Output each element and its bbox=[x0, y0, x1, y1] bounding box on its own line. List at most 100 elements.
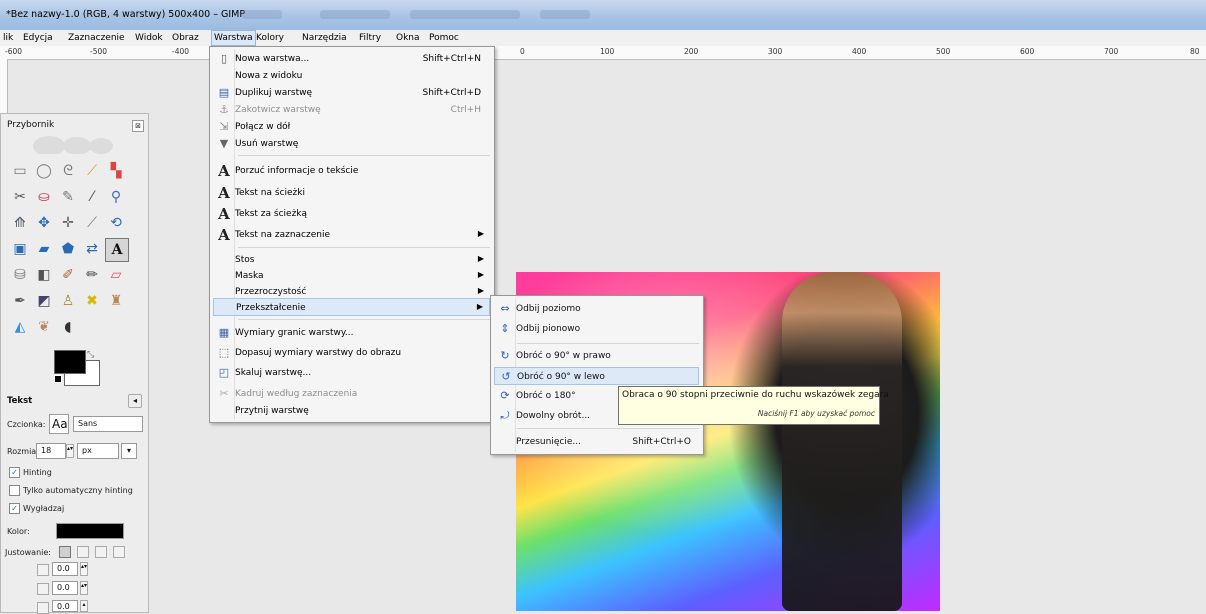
ellipse-select-icon[interactable]: ◯ bbox=[33, 160, 55, 182]
menu-item-delete-layer[interactable]: ▼ Usuń warstwę bbox=[213, 135, 490, 153]
perspective-clone-icon[interactable]: ♜ bbox=[105, 290, 127, 312]
indent-spinner-icon[interactable]: ▴▾ bbox=[80, 562, 88, 576]
letter-spacing-spinner-icon[interactable]: ▴ bbox=[80, 600, 88, 612]
menu-item-layer-boundary-size[interactable]: ▦ Wymiary granic warstwy... bbox=[213, 324, 490, 342]
menu-item-label: Tekst za ścieżką bbox=[235, 209, 308, 219]
blur-icon[interactable]: ◭ bbox=[9, 316, 31, 338]
align-icon[interactable]: ✛ bbox=[57, 212, 79, 234]
menu-item-discard-text-info[interactable]: A Porzuć informacje o tekście bbox=[213, 162, 490, 180]
antialias-checkbox[interactable]: ✓ bbox=[9, 503, 20, 514]
menu-select[interactable]: Zaznaczenie bbox=[68, 33, 125, 43]
unit-select[interactable]: px bbox=[77, 443, 119, 459]
menu-item-flip-horizontal[interactable]: ⇔ Odbij poziomo bbox=[494, 300, 699, 318]
justify-center-icon[interactable] bbox=[95, 546, 107, 558]
line-spacing-input[interactable]: 0.0 bbox=[52, 581, 78, 595]
size-input[interactable]: 18 bbox=[36, 443, 66, 459]
menu-item-new-from-visible[interactable]: Nowa z widoku bbox=[213, 67, 490, 85]
shear-icon[interactable]: ▰ bbox=[33, 238, 55, 260]
menu-item-transform[interactable]: Przekształcenie ▶ bbox=[213, 298, 490, 316]
menu-item-rotate-90-ccw[interactable]: ↺ Obróć o 90° w lewo bbox=[494, 367, 699, 385]
menu-item-merge-down[interactable]: ⇲ Połącz w dół bbox=[213, 118, 490, 136]
menu-colors[interactable]: Kolory bbox=[256, 33, 284, 43]
color-picker-icon[interactable]: ⁄ bbox=[81, 186, 103, 208]
measure-icon[interactable]: ⟰ bbox=[9, 212, 31, 234]
zoom-icon[interactable]: ⚲ bbox=[105, 186, 127, 208]
scale-icon: ◰ bbox=[218, 366, 230, 379]
menu-view[interactable]: Widok bbox=[135, 33, 163, 43]
menu-item-text-to-path[interactable]: A Tekst na ścieżki bbox=[213, 184, 490, 202]
menu-image[interactable]: Obraz bbox=[172, 33, 199, 43]
rotate-icon[interactable]: ⟲ bbox=[105, 212, 127, 234]
restore-options-icon[interactable]: ◂ bbox=[128, 394, 142, 408]
airbrush-icon[interactable]: ✒ bbox=[9, 290, 31, 312]
menu-tools[interactable]: Narzędzia bbox=[302, 33, 347, 43]
menu-filters[interactable]: Filtry bbox=[359, 33, 381, 43]
unit-dropdown-icon[interactable]: ▾ bbox=[121, 443, 137, 459]
menu-file[interactable]: lik bbox=[3, 33, 13, 43]
menu-item-label: Dopasuj wymiary warstwy do obrazu bbox=[235, 348, 402, 358]
menu-help[interactable]: Pomoc bbox=[429, 33, 459, 43]
font-preview-button[interactable]: Aa bbox=[49, 414, 69, 434]
default-colors-icon[interactable] bbox=[54, 375, 62, 383]
scale-icon[interactable]: ▣ bbox=[9, 238, 31, 260]
dodge-burn-icon[interactable]: ◖ bbox=[57, 316, 79, 338]
menu-item-autocrop-layer[interactable]: Przytnij warstwę bbox=[213, 402, 490, 420]
foreground-select-icon[interactable]: ⛀ bbox=[33, 186, 55, 208]
menu-item-flip-vertical[interactable]: ⇕ Odbij pionowo bbox=[494, 320, 699, 338]
menu-item-scale-layer[interactable]: ◰ Skaluj warstwę... bbox=[213, 364, 490, 382]
move-icon[interactable]: ✥ bbox=[33, 212, 55, 234]
window-title: *Bez nazwy-1.0 (RGB, 4 warstwy) 500x400 … bbox=[6, 9, 246, 20]
eraser-icon[interactable]: ▱ bbox=[105, 264, 127, 286]
indent-input[interactable]: 0.0 bbox=[52, 562, 78, 576]
ink-icon[interactable]: ◩ bbox=[33, 290, 55, 312]
text-tool-icon[interactable]: A bbox=[105, 238, 129, 262]
color-label: Kolor: bbox=[7, 527, 30, 536]
lasso-icon[interactable]: ᘓ bbox=[57, 160, 79, 182]
flip-icon[interactable]: ⇄ bbox=[81, 238, 103, 260]
menu-item-text-along-path[interactable]: A Tekst za ścieżką bbox=[213, 205, 490, 223]
menu-separator bbox=[517, 343, 699, 344]
menu-item-rotate-90-cw[interactable]: ↻ Obróć o 90° w prawo bbox=[494, 347, 699, 365]
vertical-ruler[interactable] bbox=[0, 59, 8, 114]
menu-item-duplicate-layer[interactable]: ▤ Duplikuj warstwę Shift+Ctrl+D bbox=[213, 84, 490, 102]
clone-icon[interactable]: ♙ bbox=[57, 290, 79, 312]
justify-fill-icon[interactable] bbox=[113, 546, 125, 558]
blend-icon[interactable]: ◧ bbox=[33, 264, 55, 286]
letter-spacing-input[interactable]: 0.0 bbox=[52, 600, 78, 612]
hinting-checkbox[interactable]: ✓ bbox=[9, 467, 20, 478]
line-spacing-spinner-icon[interactable]: ▴▾ bbox=[80, 581, 88, 595]
text-color-button[interactable] bbox=[56, 523, 124, 539]
size-spinner-icon[interactable]: ▴▾ bbox=[66, 444, 74, 458]
font-input[interactable]: Sans bbox=[73, 416, 143, 432]
menu-item-new-layer[interactable]: ▯ Nowa warstwa... Shift+Ctrl+N bbox=[213, 50, 490, 68]
rect-select-icon[interactable]: ▭ bbox=[9, 160, 31, 182]
menu-layer[interactable]: Warstwa bbox=[211, 30, 256, 46]
paths-icon[interactable]: ✎ bbox=[57, 186, 79, 208]
justify-right-icon[interactable] bbox=[77, 546, 89, 558]
layer-menu: ▯ Nowa warstwa... Shift+Ctrl+N Nowa z wi… bbox=[209, 46, 495, 423]
horizontal-ruler[interactable]: -600 -500 -400 0 100 200 300 400 500 600… bbox=[0, 46, 1206, 60]
justify-left-icon[interactable] bbox=[59, 546, 71, 558]
fuzzy-select-icon[interactable]: ⟋ bbox=[81, 160, 103, 182]
menu-item-layer-to-image-size[interactable]: ⬚ Dopasuj wymiary warstwy do obrazu bbox=[213, 344, 490, 362]
heal-icon[interactable]: ✖ bbox=[81, 290, 103, 312]
scissors-icon[interactable]: ✂ bbox=[9, 186, 31, 208]
menu-windows[interactable]: Okna bbox=[396, 33, 420, 43]
foreground-color-swatch-top[interactable] bbox=[54, 350, 86, 374]
smudge-icon[interactable]: ❦ bbox=[33, 316, 55, 338]
swap-colors-icon[interactable]: ⤡ bbox=[87, 350, 94, 360]
menu-item-offset[interactable]: Przesunięcie... Shift+Ctrl+O bbox=[494, 433, 699, 451]
crop-icon[interactable]: ⟋ bbox=[81, 212, 103, 234]
menu-edit[interactable]: Edycja bbox=[23, 33, 53, 43]
autohint-checkbox[interactable] bbox=[9, 485, 20, 496]
menu-separator bbox=[238, 319, 490, 320]
menu-item-crop-to-selection[interactable]: ✂ Kadruj według zaznaczenia bbox=[213, 385, 490, 403]
pencil-icon[interactable]: ✐ bbox=[57, 264, 79, 286]
menu-item-anchor-layer[interactable]: ⚓ Zakotwicz warstwę Ctrl+H bbox=[213, 101, 490, 119]
paintbrush-icon[interactable]: ✏ bbox=[81, 264, 103, 286]
bucket-fill-icon[interactable]: ⛁ bbox=[9, 264, 31, 286]
close-icon[interactable]: ⊠ bbox=[132, 120, 144, 132]
perspective-icon[interactable]: ⬟ bbox=[57, 238, 79, 260]
select-by-color-icon[interactable]: ▚ bbox=[105, 160, 127, 182]
menu-item-text-to-selection[interactable]: A Tekst na zaznaczenie ▶ bbox=[213, 226, 490, 244]
